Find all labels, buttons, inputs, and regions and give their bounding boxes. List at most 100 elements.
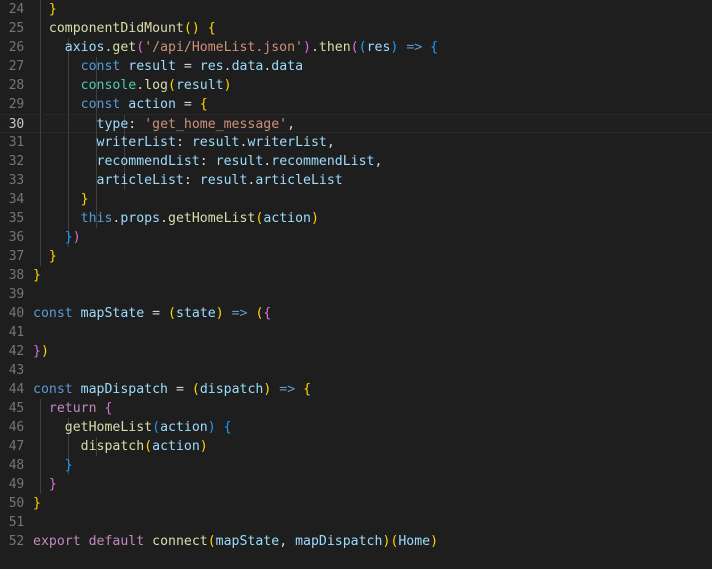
line-number: 36 — [8, 230, 24, 245]
code-token: result — [128, 59, 176, 74]
code-line[interactable]: 34 } — [0, 190, 712, 209]
code-token: data — [271, 59, 304, 74]
line-content[interactable]: } — [33, 456, 73, 475]
code-token: ( — [136, 40, 145, 55]
line-content[interactable]: }) — [33, 342, 49, 361]
line-content[interactable]: const mapDispatch = (dispatch) => { — [33, 380, 311, 399]
line-content[interactable]: this.props.getHomeList(action) — [33, 209, 319, 228]
code-line[interactable]: 41 — [0, 323, 712, 342]
code-line[interactable]: 39 — [0, 285, 712, 304]
code-line[interactable]: 44 const mapDispatch = (dispatch) => { — [0, 380, 712, 399]
line-content[interactable]: } — [33, 266, 41, 285]
code-token: this — [80, 211, 113, 226]
line-number: 47 — [8, 439, 24, 454]
code-line[interactable]: 43 — [0, 361, 712, 380]
line-number: 32 — [8, 154, 24, 169]
line-content[interactable]: recommendList: result.recommendList, — [33, 152, 383, 171]
line-content[interactable]: const result = res.data.data — [33, 57, 303, 76]
code-token: => — [231, 306, 248, 321]
code-line[interactable]: 32 recommendList: result.recommendList, — [0, 152, 712, 171]
code-line[interactable]: 24 } — [0, 0, 712, 19]
code-line[interactable]: 51 — [0, 513, 712, 532]
code-token: ( — [152, 420, 161, 435]
code-token: res — [366, 40, 391, 55]
line-number: 35 — [8, 211, 24, 226]
line-content[interactable]: } — [33, 475, 57, 494]
code-token: . — [310, 40, 319, 55]
code-line[interactable]: 46 getHomeList(action) { — [0, 418, 712, 437]
code-line[interactable]: 25 componentDidMount() { — [0, 19, 712, 38]
line-content[interactable]: const mapState = (state) => ({ — [33, 304, 271, 323]
line-content[interactable]: writerList: result.writerList, — [33, 133, 335, 152]
code-token: articleList — [96, 173, 184, 188]
code-token: { — [263, 306, 272, 321]
line-content[interactable]: getHomeList(action) { — [33, 418, 232, 437]
code-token: } — [48, 249, 57, 264]
code-token: return — [48, 401, 97, 416]
code-line[interactable]: 33 articleList: result.articleList — [0, 171, 712, 190]
line-content[interactable]: return { — [33, 399, 113, 418]
code-token: result — [175, 78, 224, 93]
code-token: : — [183, 173, 192, 188]
code-line[interactable]: 48 } — [0, 456, 712, 475]
code-line[interactable]: 26 axios.get('/api/HomeList.json').then(… — [0, 38, 712, 57]
code-token: writerList — [96, 135, 176, 150]
code-token: ) — [199, 439, 208, 454]
code-editor-viewport[interactable]: 24 } 25 componentDidMount() {26 axios.get… — [0, 0, 712, 569]
line-content[interactable]: articleList: result.articleList — [33, 171, 343, 190]
code-line[interactable]: 30 type: 'get_home_message', — [0, 114, 712, 134]
line-content[interactable]: type: 'get_home_message', — [33, 115, 296, 134]
line-content[interactable]: }) — [33, 228, 81, 247]
code-token: dispatch — [199, 382, 264, 397]
code-line[interactable]: 42}) — [0, 342, 712, 361]
line-content[interactable]: } — [33, 0, 57, 19]
code-line[interactable]: 45 return { — [0, 399, 712, 418]
line-content[interactable]: } — [33, 494, 41, 513]
line-content[interactable]: const action = { — [33, 95, 208, 114]
code-token: : — [199, 154, 208, 169]
code-token: => — [279, 382, 296, 397]
line-number: 37 — [8, 249, 24, 264]
code-token: , — [326, 135, 335, 150]
code-line[interactable]: 50} — [0, 494, 712, 513]
code-line[interactable]: 36 }) — [0, 228, 712, 247]
code-token: props — [120, 211, 161, 226]
line-content[interactable]: axios.get('/api/HomeList.json').then((re… — [33, 38, 438, 57]
line-content[interactable]: export default connect(mapState, mapDisp… — [33, 532, 438, 551]
code-line[interactable]: 52 export default connect(mapState, mapDi… — [0, 532, 712, 551]
code-token: ( — [168, 306, 176, 321]
line-number: 38 — [8, 268, 24, 283]
code-token: ( — [191, 382, 200, 397]
code-line[interactable]: 31 writerList: result.writerList, — [0, 133, 712, 152]
line-content[interactable]: dispatch(action) — [33, 437, 208, 456]
code-line[interactable]: 49 } — [0, 475, 712, 494]
code-line[interactable]: 27 const result = res.data.data — [0, 57, 712, 76]
line-content[interactable]: } — [33, 190, 89, 209]
code-token: { — [430, 40, 439, 55]
line-number: 42 — [8, 344, 24, 359]
code-line[interactable]: 40 const mapState = (state) => ({ — [0, 304, 712, 323]
code-line[interactable]: 35 this.props.getHomeList(action) — [0, 209, 712, 228]
code-line[interactable]: 47 dispatch(action) — [0, 437, 712, 456]
code-line[interactable]: 28 console.log(result) — [0, 76, 712, 95]
line-number: 40 — [8, 306, 24, 321]
code-line[interactable]: 37 } — [0, 247, 712, 266]
code-token: , — [279, 534, 288, 549]
code-token: const — [33, 382, 73, 397]
line-content[interactable]: } — [33, 247, 57, 266]
code-token: ( — [350, 40, 359, 55]
code-token: const — [33, 306, 73, 321]
code-line[interactable]: 38} — [0, 266, 712, 285]
line-content[interactable]: console.log(result) — [33, 76, 232, 95]
line-number: 24 — [8, 2, 24, 17]
line-content[interactable]: componentDidMount() { — [33, 19, 216, 38]
code-line[interactable]: 29 const action = { — [0, 95, 712, 114]
